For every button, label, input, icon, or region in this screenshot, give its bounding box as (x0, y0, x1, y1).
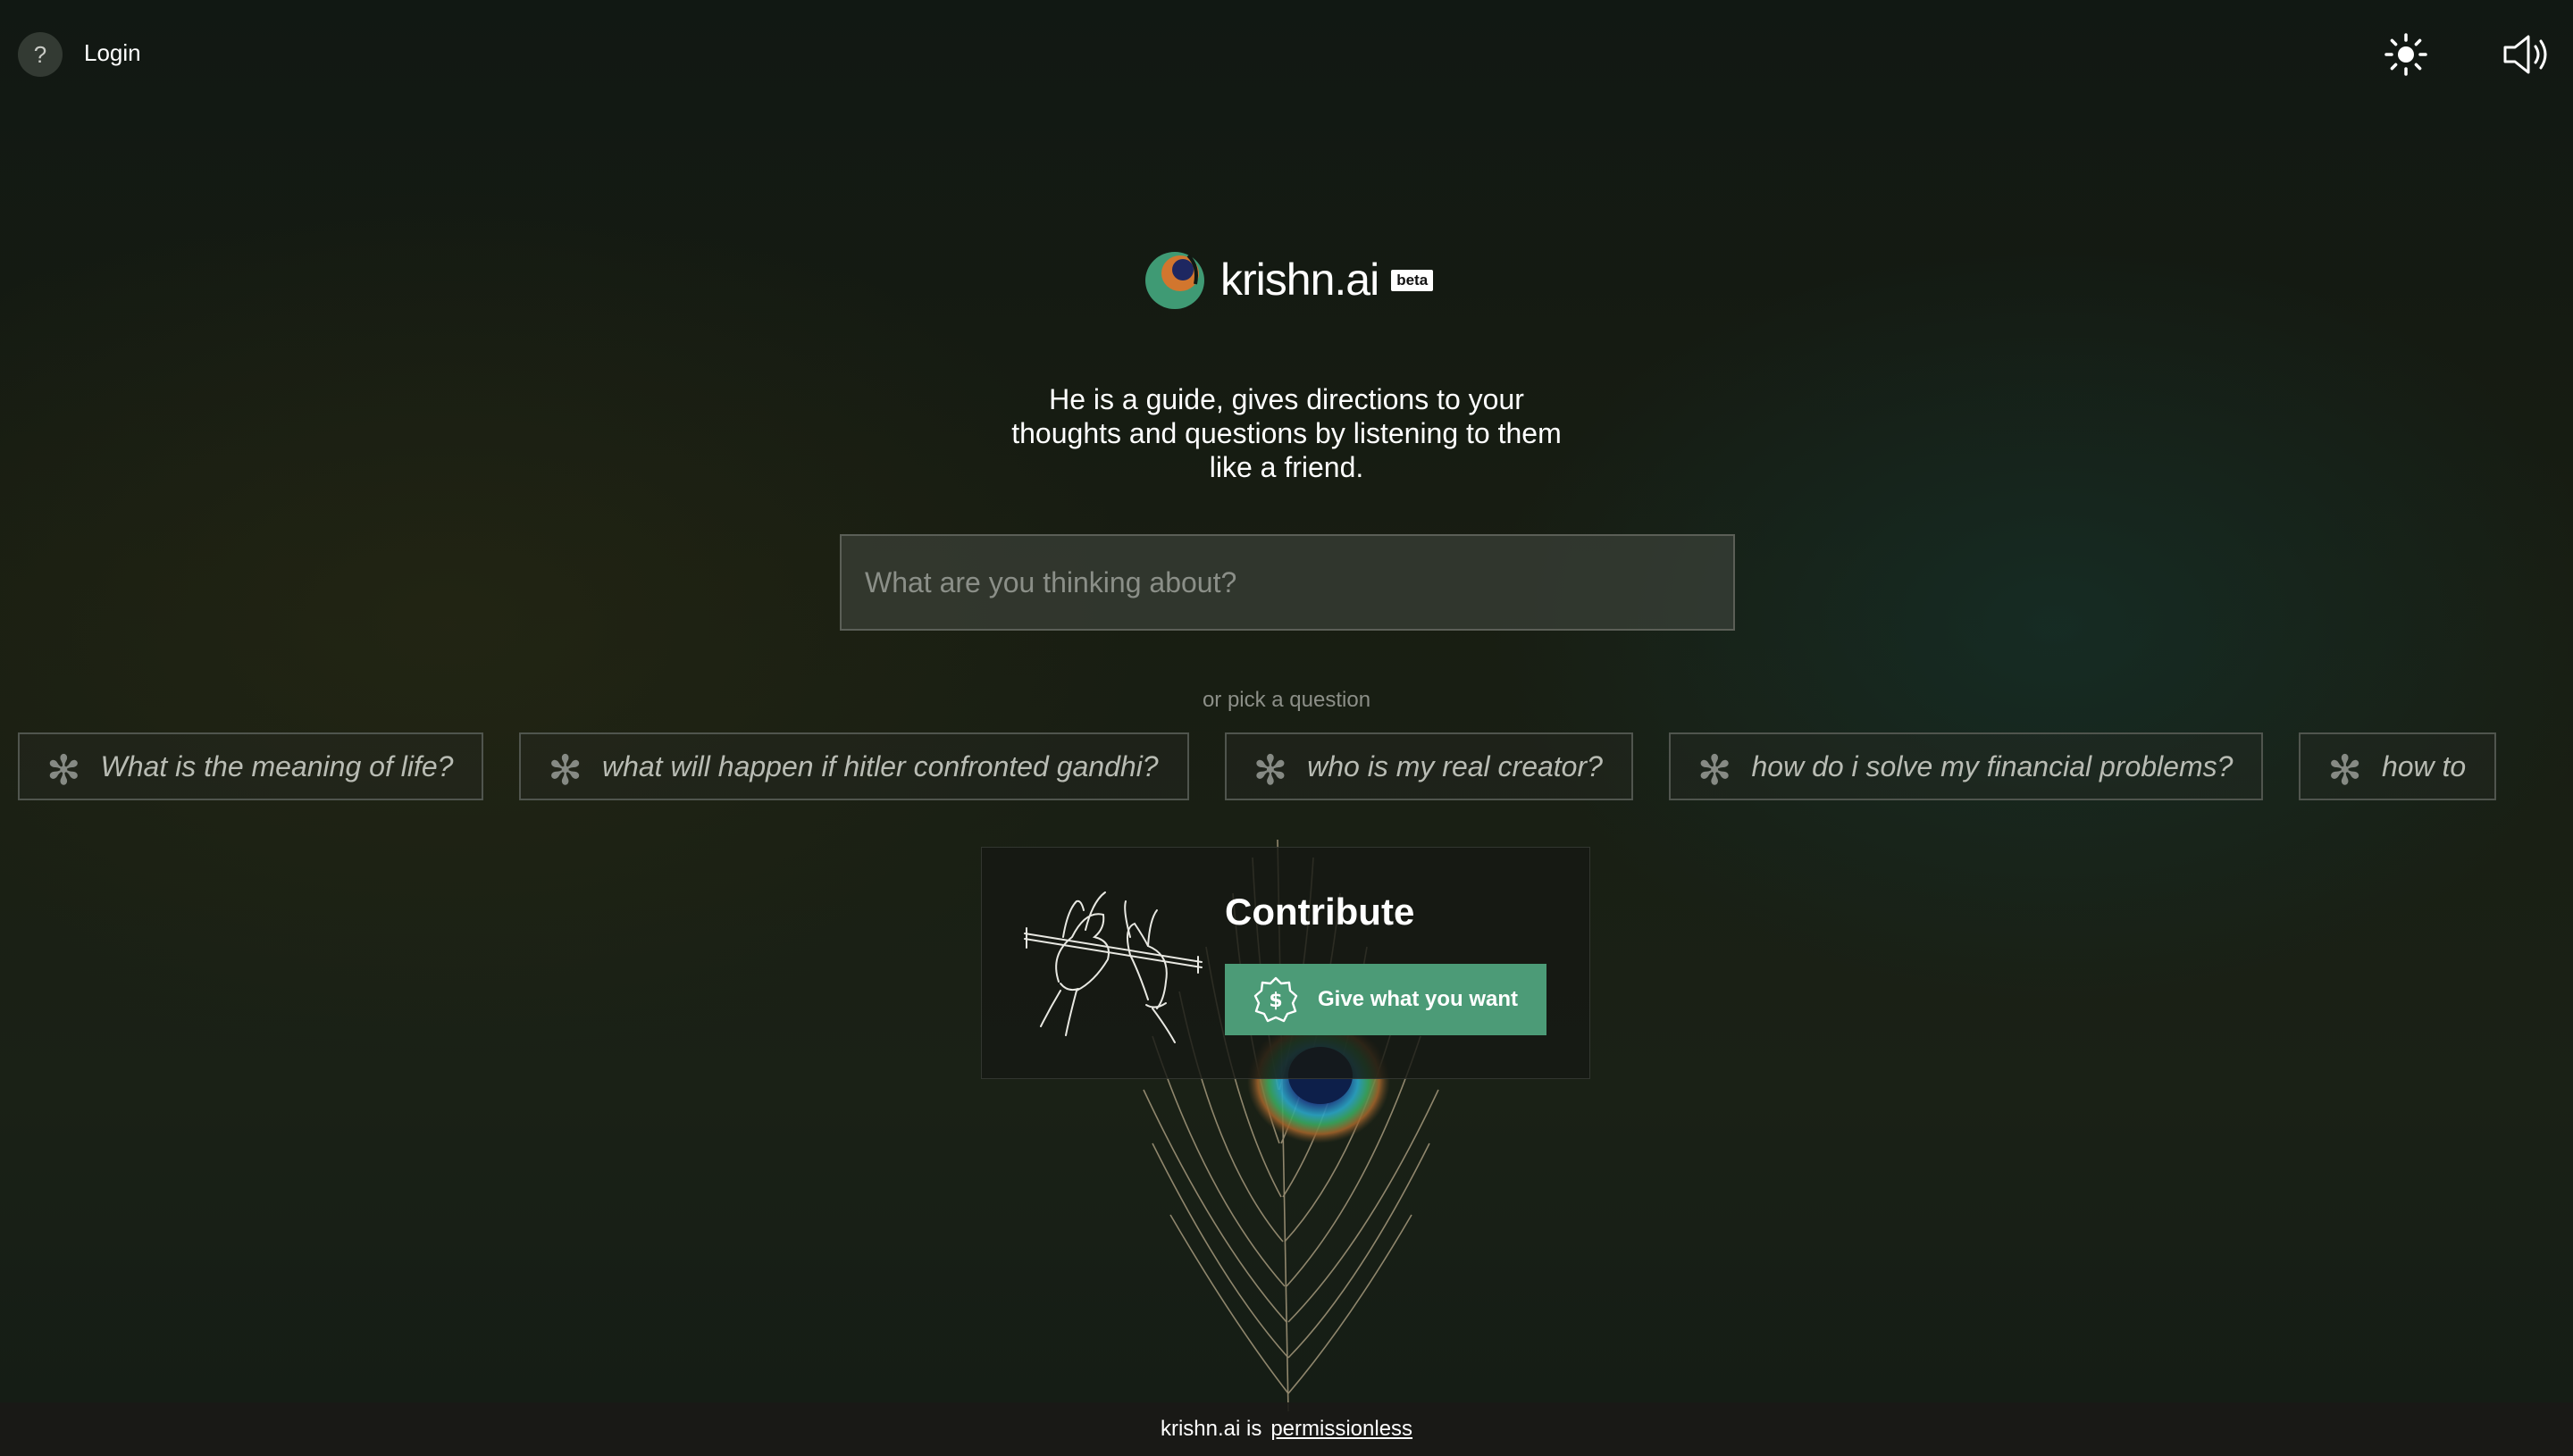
question-list: ✻ What is the meaning of life? ✻ what wi… (18, 732, 2497, 800)
question-text: how to (2381, 749, 2467, 782)
brand-logo[interactable]: krishn.ai beta (1144, 248, 1434, 311)
help-button[interactable]: ? (18, 32, 63, 77)
question-chip[interactable]: ✻ who is my real creator? (1224, 732, 1633, 800)
login-link[interactable]: Login (84, 39, 141, 67)
flute-hands-illustration (1024, 891, 1203, 1043)
question-chip[interactable]: ✻ how to (2299, 732, 2497, 800)
give-what-you-want-button[interactable]: $ Give what you want (1225, 964, 1546, 1035)
peacock-feather-logo (1145, 252, 1204, 309)
question-text: how do i solve my financial problems? (1751, 749, 2234, 782)
brand-name: krishn.ai (1220, 255, 1379, 305)
beta-badge: beta (1391, 270, 1434, 291)
dollar-badge-icon: $ (1253, 976, 1298, 1023)
question-text: what will happen if hitler confronted ga… (601, 749, 1159, 782)
question-text: What is the meaning of life? (100, 749, 454, 782)
question-text: who is my real creator? (1307, 749, 1603, 782)
help-icon: ? (33, 40, 47, 68)
asterisk-icon: ✻ (1253, 747, 1288, 793)
permissionless-link[interactable]: permissionless (1270, 1417, 1412, 1442)
question-chip[interactable]: ✻ how do i solve my financial problems? (1668, 732, 2264, 800)
contribute-card: Contribute $ Give what you want (981, 847, 1590, 1079)
give-button-label: Give what you want (1318, 987, 1519, 1011)
tagline: He is a guide, gives directions to your … (1011, 383, 1562, 483)
pick-question-label: or pick a question (1202, 688, 1371, 712)
sun-icon[interactable] (2384, 32, 2428, 77)
asterisk-icon: ✻ (548, 747, 582, 793)
asterisk-icon: ✻ (46, 747, 81, 793)
contribute-title: Contribute (1225, 891, 1415, 933)
asterisk-icon: ✻ (1697, 747, 1732, 793)
svg-text:$: $ (1269, 990, 1282, 1012)
search-box[interactable] (840, 534, 1735, 631)
footer-text: krishn.ai is (1160, 1417, 1262, 1441)
footer: krishn.ai is permissionless (0, 1402, 2573, 1456)
question-chip[interactable]: ✻ What is the meaning of life? (18, 732, 484, 800)
search-input[interactable] (842, 536, 1733, 629)
question-chip[interactable]: ✻ what will happen if hitler confronted … (519, 732, 1189, 800)
asterisk-icon: ✻ (2327, 747, 2362, 793)
speaker-icon[interactable] (2502, 32, 2552, 77)
